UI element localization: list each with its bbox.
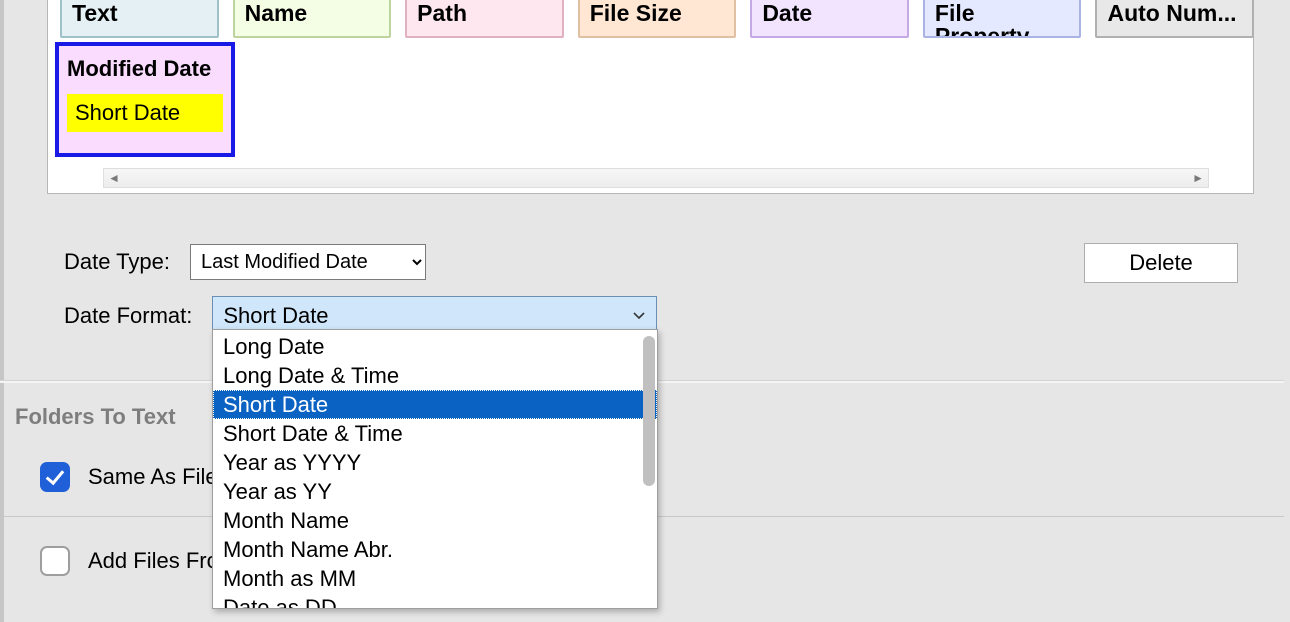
scroll-left-icon[interactable]: ◄ xyxy=(108,171,120,185)
add-files-from-checkbox[interactable] xyxy=(40,546,70,576)
date-format-option[interactable]: Year as YY xyxy=(213,477,657,506)
date-format-value: Short Date xyxy=(213,303,622,329)
selected-component-card[interactable]: Modified Date Short Date xyxy=(55,42,235,157)
horizontal-scrollbar[interactable]: ◄ ► xyxy=(103,168,1209,188)
folders-to-text-heading: Folders To Text xyxy=(15,404,176,430)
date-format-option[interactable]: Long Date & Time xyxy=(213,361,657,390)
date-type-label: Date Type: xyxy=(64,249,170,275)
date-type-select[interactable]: Last Modified Date xyxy=(190,244,426,280)
selected-component-value: Short Date xyxy=(67,94,223,132)
date-format-option[interactable]: Date as DD xyxy=(213,593,657,609)
same-as-files-checkbox[interactable] xyxy=(40,462,70,492)
scroll-right-icon[interactable]: ► xyxy=(1192,171,1204,185)
date-format-option[interactable]: Long Date xyxy=(213,332,657,361)
tab-file-size[interactable]: File Size xyxy=(578,0,737,38)
tab-text[interactable]: Text xyxy=(60,0,219,38)
date-format-label: Date Format: xyxy=(64,303,192,329)
selected-component-title: Modified Date xyxy=(59,46,231,94)
delete-button[interactable]: Delete xyxy=(1084,243,1238,283)
dropdown-scrollbar[interactable] xyxy=(643,336,655,486)
tab-name[interactable]: Name xyxy=(233,0,392,38)
same-as-files-label: Same As Files xyxy=(88,464,229,490)
date-format-option[interactable]: Month as MM xyxy=(213,564,657,593)
date-format-option[interactable]: Month Name Abr. xyxy=(213,535,657,564)
tab-path[interactable]: Path xyxy=(405,0,564,38)
tab-date[interactable]: Date xyxy=(750,0,909,38)
date-format-dropdown-list[interactable]: Long DateLong Date & TimeShort DateShort… xyxy=(212,329,658,609)
panel-left-edge xyxy=(0,0,4,622)
date-format-option[interactable]: Short Date xyxy=(213,390,657,419)
date-format-option[interactable]: Short Date & Time xyxy=(213,419,657,448)
tab-file-property[interactable]: File Property xyxy=(923,0,1082,38)
date-format-option[interactable]: Year as YYYY xyxy=(213,448,657,477)
date-format-option[interactable]: Month Name xyxy=(213,506,657,535)
tab-auto-number[interactable]: Auto Num... xyxy=(1095,0,1254,38)
